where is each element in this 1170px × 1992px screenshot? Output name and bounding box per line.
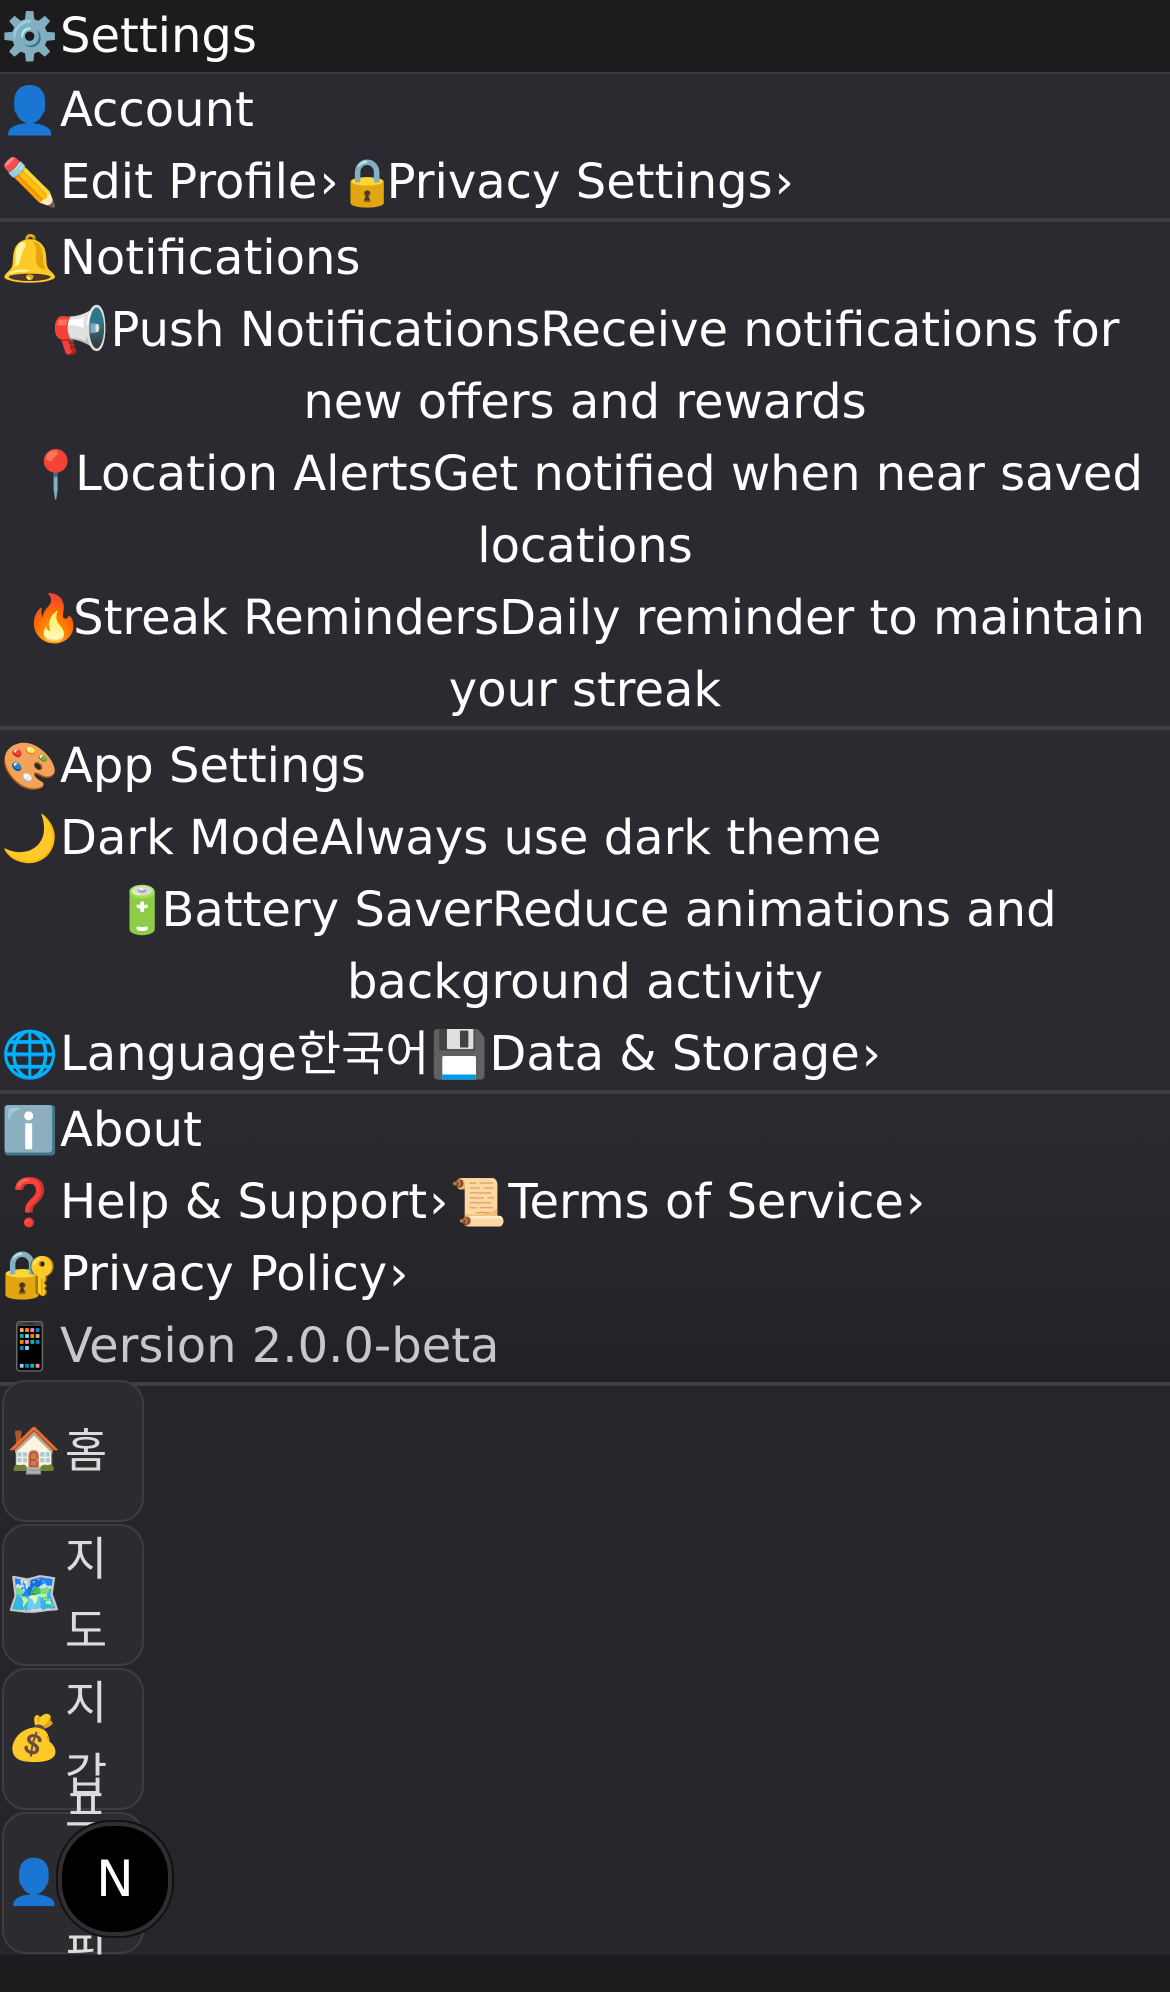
data-storage-label: Data & Storage: [489, 1026, 860, 1082]
battery-saver-item[interactable]: 🔋Battery SaverReduce animations and back…: [0, 874, 1170, 1018]
account-links: ✏️Edit Profile› 🔒Privacy Settings›: [0, 146, 1170, 218]
notifications-section: 🔔 Notifications 📢Push NotificationsRecei…: [0, 222, 1170, 730]
push-notifications-label: Push Notifications: [110, 302, 541, 358]
pin-icon: 📍: [27, 447, 85, 501]
location-alerts-label: Location Alerts: [75, 446, 433, 502]
lock-with-key-icon: 🔐: [1, 1247, 59, 1301]
nav-map-label: 지도: [64, 1532, 108, 1658]
chevron-right-icon: ›: [774, 154, 794, 210]
streak-reminders-item[interactable]: 🔥Streak RemindersDaily reminder to maint…: [0, 582, 1170, 726]
location-alerts-item[interactable]: 📍Location AlertsGet notified when near s…: [0, 438, 1170, 582]
language-item[interactable]: 🌐Language한국어: [0, 1018, 429, 1090]
money-bag-icon: 💰: [6, 1713, 62, 1764]
chevron-right-icon: ›: [429, 1174, 449, 1230]
mobile-phone-icon: 📱: [1, 1319, 59, 1373]
moon-icon: 🌙: [1, 811, 59, 865]
section-heading: Notifications: [60, 230, 361, 286]
scroll-icon: 📜: [449, 1175, 507, 1229]
globe-icon: 🌐: [1, 1027, 59, 1081]
privacy-settings-label: Privacy Settings: [386, 154, 773, 210]
section-title-account: 👤 Account: [0, 74, 1170, 146]
info-icon: ℹ️: [1, 1103, 59, 1157]
bottom-bar: [0, 1955, 1170, 1992]
section-title-notifications: 🔔 Notifications: [0, 222, 1170, 294]
privacy-policy-item[interactable]: 🔐 Privacy Policy ›: [0, 1238, 1170, 1310]
map-icon: 🗺️: [6, 1569, 62, 1620]
dark-mode-desc: Always use dark theme: [319, 810, 882, 866]
battery-icon: 🔋: [113, 883, 171, 937]
nav-home-label: 홈: [64, 1424, 108, 1478]
page-title: Settings: [60, 8, 257, 64]
version-label: Version 2.0.0-beta: [60, 1318, 500, 1374]
section-heading: Account: [60, 82, 254, 138]
app-settings-links: 🌐Language한국어 💾Data & Storage›: [0, 1018, 1170, 1090]
battery-saver-label: Battery Saver: [161, 882, 492, 938]
chevron-right-icon: ›: [905, 1174, 926, 1230]
pencil-icon: ✏️: [1, 155, 59, 209]
language-value: 한국어: [296, 1026, 430, 1082]
edit-profile-label: Edit Profile: [60, 154, 318, 210]
location-alerts-desc: Get notified when near saved locations: [432, 446, 1143, 574]
privacy-policy-label: Privacy Policy: [60, 1246, 388, 1302]
language-label: Language: [60, 1026, 297, 1082]
floppy-disk-icon: 💾: [430, 1027, 489, 1081]
about-links: ❓Help & Support› 📜Terms of Service›: [0, 1166, 1170, 1238]
house-icon: 🏠: [6, 1425, 62, 1476]
chevron-right-icon: ›: [319, 154, 339, 210]
data-storage-item[interactable]: 💾Data & Storage›: [429, 1018, 881, 1090]
terms-of-service-item[interactable]: 📜Terms of Service›: [448, 1166, 925, 1238]
streak-reminders-desc: Daily reminder to maintain your streak: [448, 590, 1145, 718]
section-title-about: ℹ️ About: [0, 1094, 1170, 1166]
terms-of-service-label: Terms of Service: [508, 1174, 904, 1230]
dark-mode-label: Dark Mode: [60, 810, 320, 866]
section-heading: About: [60, 1102, 202, 1158]
dark-mode-item[interactable]: 🌙 Dark Mode Always use dark theme: [0, 802, 1170, 874]
section-heading: App Settings: [60, 738, 366, 794]
bell-icon: 🔔: [1, 231, 59, 285]
question-mark-icon: ❓: [1, 1175, 59, 1229]
account-section: 👤 Account ✏️Edit Profile› 🔒Privacy Setti…: [0, 74, 1170, 222]
nav-map-button[interactable]: 🗺️ 지도: [2, 1524, 144, 1666]
fire-icon: 🔥: [25, 591, 83, 645]
floating-n-button[interactable]: N: [58, 1822, 172, 1936]
chevron-right-icon: ›: [861, 1026, 881, 1082]
version-row: 📱 Version 2.0.0-beta: [0, 1310, 1170, 1382]
settings-header: ⚙️ Settings: [0, 0, 1170, 74]
person-icon: 👤: [6, 1857, 62, 1908]
about-section: ℹ️ About ❓Help & Support› 📜Terms of Serv…: [0, 1094, 1170, 1386]
section-title-app-settings: 🎨 App Settings: [0, 730, 1170, 802]
gear-icon: ⚙️: [1, 9, 59, 63]
nav-home-button[interactable]: 🏠 홈: [2, 1380, 144, 1522]
chevron-right-icon: ›: [389, 1246, 409, 1302]
person-icon: 👤: [1, 83, 59, 137]
push-notifications-item[interactable]: 📢Push NotificationsReceive notifications…: [0, 294, 1170, 438]
app-settings-section: 🎨 App Settings 🌙 Dark Mode Always use dark…: [0, 730, 1170, 1094]
privacy-settings-item[interactable]: 🔒Privacy Settings›: [339, 146, 794, 218]
edit-profile-item[interactable]: ✏️Edit Profile›: [0, 146, 339, 218]
megaphone-icon: 📢: [51, 303, 110, 357]
lock-icon: 🔒: [338, 155, 396, 209]
palette-icon: 🎨: [1, 739, 59, 793]
streak-reminders-label: Streak Reminders: [73, 590, 500, 646]
help-support-item[interactable]: ❓Help & Support›: [0, 1166, 448, 1238]
help-support-label: Help & Support: [60, 1174, 428, 1230]
